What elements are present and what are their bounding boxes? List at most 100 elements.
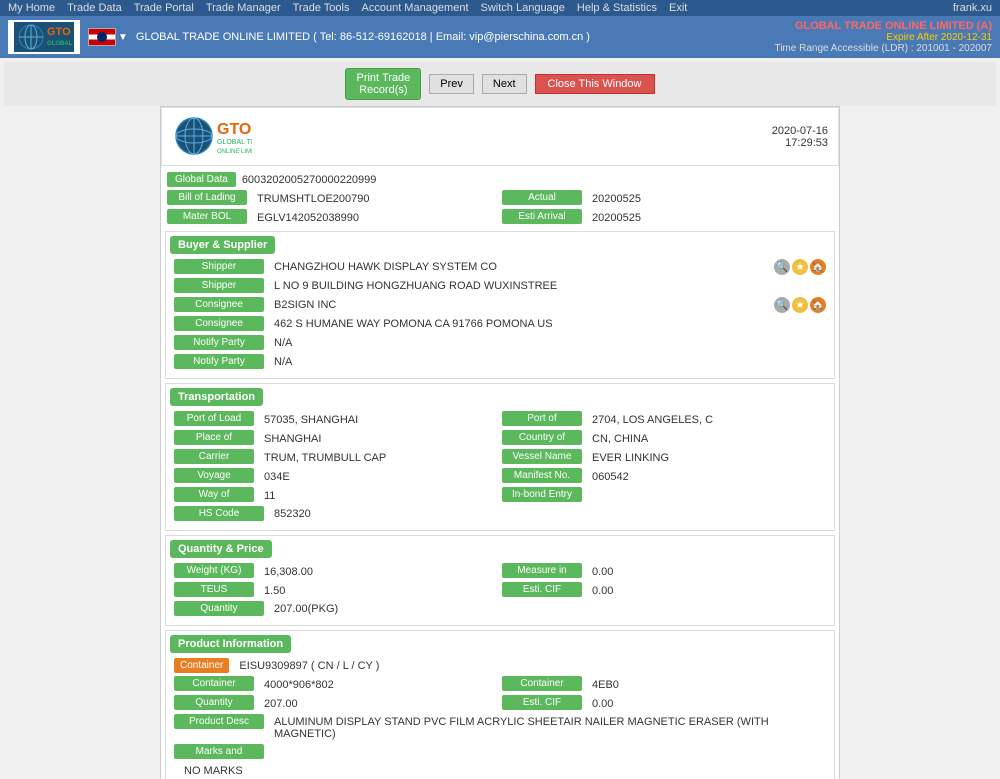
transport-row-1: Port of Load 57035, SHANGHAI Port of 270…	[168, 410, 832, 429]
expire-info: Expire After 2020-12-31	[774, 32, 992, 43]
bol-label: Bill of Lading	[167, 190, 247, 205]
nav-trade-data[interactable]: Trade Data	[67, 2, 122, 14]
measure-in-value: 0.00	[588, 564, 826, 580]
nav-items: My Home Trade Data Trade Portal Trade Ma…	[8, 2, 687, 14]
buyer-supplier-section: Buyer & Supplier Shipper CHANGZHOU HAWK …	[165, 231, 835, 379]
transport-row-5: Way of 11 In-bond Entry	[168, 486, 832, 505]
flag-icon: ▼	[88, 28, 128, 46]
quantity-label: Quantity	[174, 601, 264, 616]
company-name: GLOBAL TRADE ONLINE LIMITED (A)	[774, 20, 992, 32]
nav-trade-portal[interactable]: Trade Portal	[134, 2, 194, 14]
marks-row: Marks and	[168, 743, 832, 762]
consignee-label-1: Consignee	[174, 297, 264, 312]
consignee-magnifier-icon[interactable]: 🔍	[774, 297, 790, 313]
pi-row-2: Quantity 207.00 Esti. CIF 0.00	[168, 694, 832, 713]
in-bond-value	[588, 494, 826, 498]
global-data-value: 6003202005270000220999	[242, 174, 377, 186]
print-bar-top: Print Trade Record(s) Prev Next Close Th…	[4, 62, 996, 106]
shipper-icons-1: 🔍 ★ 🏠	[774, 259, 826, 275]
header-left: GTO GLOBAL TRADE ▼ GLOBAL TRADE ONLINE L…	[8, 20, 590, 54]
pi-row-1: Container 4000*906*802 Container 4EB0	[168, 675, 832, 694]
user-info: frank.xu	[953, 2, 992, 14]
nav-account-management[interactable]: Account Management	[362, 2, 469, 14]
pi-esti-cif-label: Esti. CIF	[502, 695, 582, 710]
master-bol-label: Mater BOL	[167, 209, 247, 224]
weight-label: Weight (KG)	[174, 563, 254, 578]
manifest-no-value: 060542	[588, 469, 826, 485]
container-type-label: Container	[502, 676, 582, 691]
svg-text:GTO: GTO	[47, 26, 71, 38]
teus-value: 1.50	[260, 583, 498, 599]
transport-row-4: Voyage 034E Manifest No. 060542	[168, 467, 832, 486]
port-load-value: 57035, SHANGHAI	[260, 412, 498, 428]
product-desc-row: Product Desc ALUMINUM DISPLAY STAND PVC …	[168, 713, 832, 743]
header-bar: GTO GLOBAL TRADE ▼ GLOBAL TRADE ONLINE L…	[0, 16, 1000, 58]
notify-party-row-2: Notify Party N/A	[168, 353, 832, 372]
container-size-label: Container	[174, 676, 254, 691]
global-data-label: Global Data	[167, 172, 236, 187]
marks-value: NO MARKS	[180, 763, 826, 779]
time-range: Time Range Accessible (LDR) : 201001 - 2…	[774, 43, 992, 54]
shipper-label-2: Shipper	[174, 278, 264, 293]
notify-party-label-1: Notify Party	[174, 335, 264, 350]
hs-code-label: HS Code	[174, 506, 264, 521]
esti-cif-value: 0.00	[588, 583, 826, 599]
container-orange-label: Container	[174, 658, 229, 673]
notify-party-label-2: Notify Party	[174, 354, 264, 369]
close-window-button[interactable]: Close This Window	[535, 74, 655, 94]
carrier-label: Carrier	[174, 449, 254, 464]
consignee-star-icon[interactable]: ★	[792, 297, 808, 313]
doc-header: GTO GLOBAL TRADE ONLINE LIMITED 2020-07-…	[161, 107, 839, 166]
product-info-section: Product Information Container EISU930989…	[165, 630, 835, 779]
qp-row-2: TEUS 1.50 Esti. CIF 0.00	[168, 581, 832, 600]
pi-quantity-value: 207.00	[260, 696, 498, 712]
nav-exit[interactable]: Exit	[669, 2, 687, 14]
shipper-row-1: Shipper CHANGZHOU HAWK DISPLAY SYSTEM CO…	[168, 258, 832, 277]
product-info-body: Container EISU9309897 ( CN / L / CY ) Co…	[166, 657, 834, 779]
bol-row: Bill of Lading TRUMSHTLOE200790 Actual 2…	[161, 189, 839, 208]
esti-cif-label: Esti. CIF	[502, 582, 582, 597]
main-content: Print Trade Record(s) Prev Next Close Th…	[0, 58, 1000, 779]
nav-switch-language[interactable]: Switch Language	[481, 2, 565, 14]
container-orange-row: Container EISU9309897 ( CN / L / CY )	[168, 657, 832, 675]
consignee-home-icon[interactable]: 🏠	[810, 297, 826, 313]
gto-logo: GTO GLOBAL TRADE	[14, 22, 74, 52]
actual-col: Actual 20200525	[502, 190, 833, 207]
transportation-section: Transportation Port of Load 57035, SHANG…	[165, 383, 835, 531]
nav-help-statistics[interactable]: Help & Statistics	[577, 2, 657, 14]
doc-datetime: 2020-07-16 17:29:53	[772, 125, 828, 149]
marks-label: Marks and	[174, 744, 264, 759]
port-of-label: Port of	[502, 411, 582, 426]
measure-in-label: Measure in	[502, 563, 582, 578]
transportation-body: Port of Load 57035, SHANGHAI Port of 270…	[166, 410, 834, 530]
place-of-value: SHANGHAI	[260, 431, 498, 447]
weight-value: 16,308.00	[260, 564, 498, 580]
pi-esti-cif-value: 0.00	[588, 696, 826, 712]
top-navigation: My Home Trade Data Trade Portal Trade Ma…	[0, 0, 1000, 16]
print-record-button[interactable]: Print Trade Record(s)	[345, 68, 421, 100]
nav-my-home[interactable]: My Home	[8, 2, 55, 14]
star-icon[interactable]: ★	[792, 259, 808, 275]
nav-trade-manager[interactable]: Trade Manager	[206, 2, 281, 14]
logo-box: GTO GLOBAL TRADE	[8, 20, 80, 54]
in-bond-label: In-bond Entry	[502, 487, 582, 502]
nav-trade-tools[interactable]: Trade Tools	[293, 2, 350, 14]
header-right: GLOBAL TRADE ONLINE LIMITED (A) Expire A…	[774, 20, 992, 54]
container-size-value: 4000*906*802	[260, 677, 498, 693]
magnifier-icon[interactable]: 🔍	[774, 259, 790, 275]
container-type-value: 4EB0	[588, 677, 826, 693]
consignee-label-2: Consignee	[174, 316, 264, 331]
quantity-price-section: Quantity & Price Weight (KG) 16,308.00 M…	[165, 535, 835, 626]
next-button[interactable]: Next	[482, 74, 527, 94]
vessel-name-value: EVER LINKING	[588, 450, 826, 466]
esti-arrival-col: Esti Arrival 20200525	[502, 209, 833, 226]
notify-party-row-1: Notify Party N/A	[168, 334, 832, 353]
master-bol-col: Mater BOL EGLV142052038990	[167, 209, 498, 226]
home-icon[interactable]: 🏠	[810, 259, 826, 275]
shipper-row-2: Shipper L NO 9 BUILDING HONGZHUANG ROAD …	[168, 277, 832, 296]
prev-button[interactable]: Prev	[429, 74, 474, 94]
header-title: GLOBAL TRADE ONLINE LIMITED ( Tel: 86-51…	[136, 31, 590, 43]
container-orange-value: EISU9309897 ( CN / L / CY )	[235, 658, 826, 674]
country-of-value: CN, CHINA	[588, 431, 826, 447]
svg-text:GLOBAL TRADE: GLOBAL TRADE	[47, 41, 72, 47]
